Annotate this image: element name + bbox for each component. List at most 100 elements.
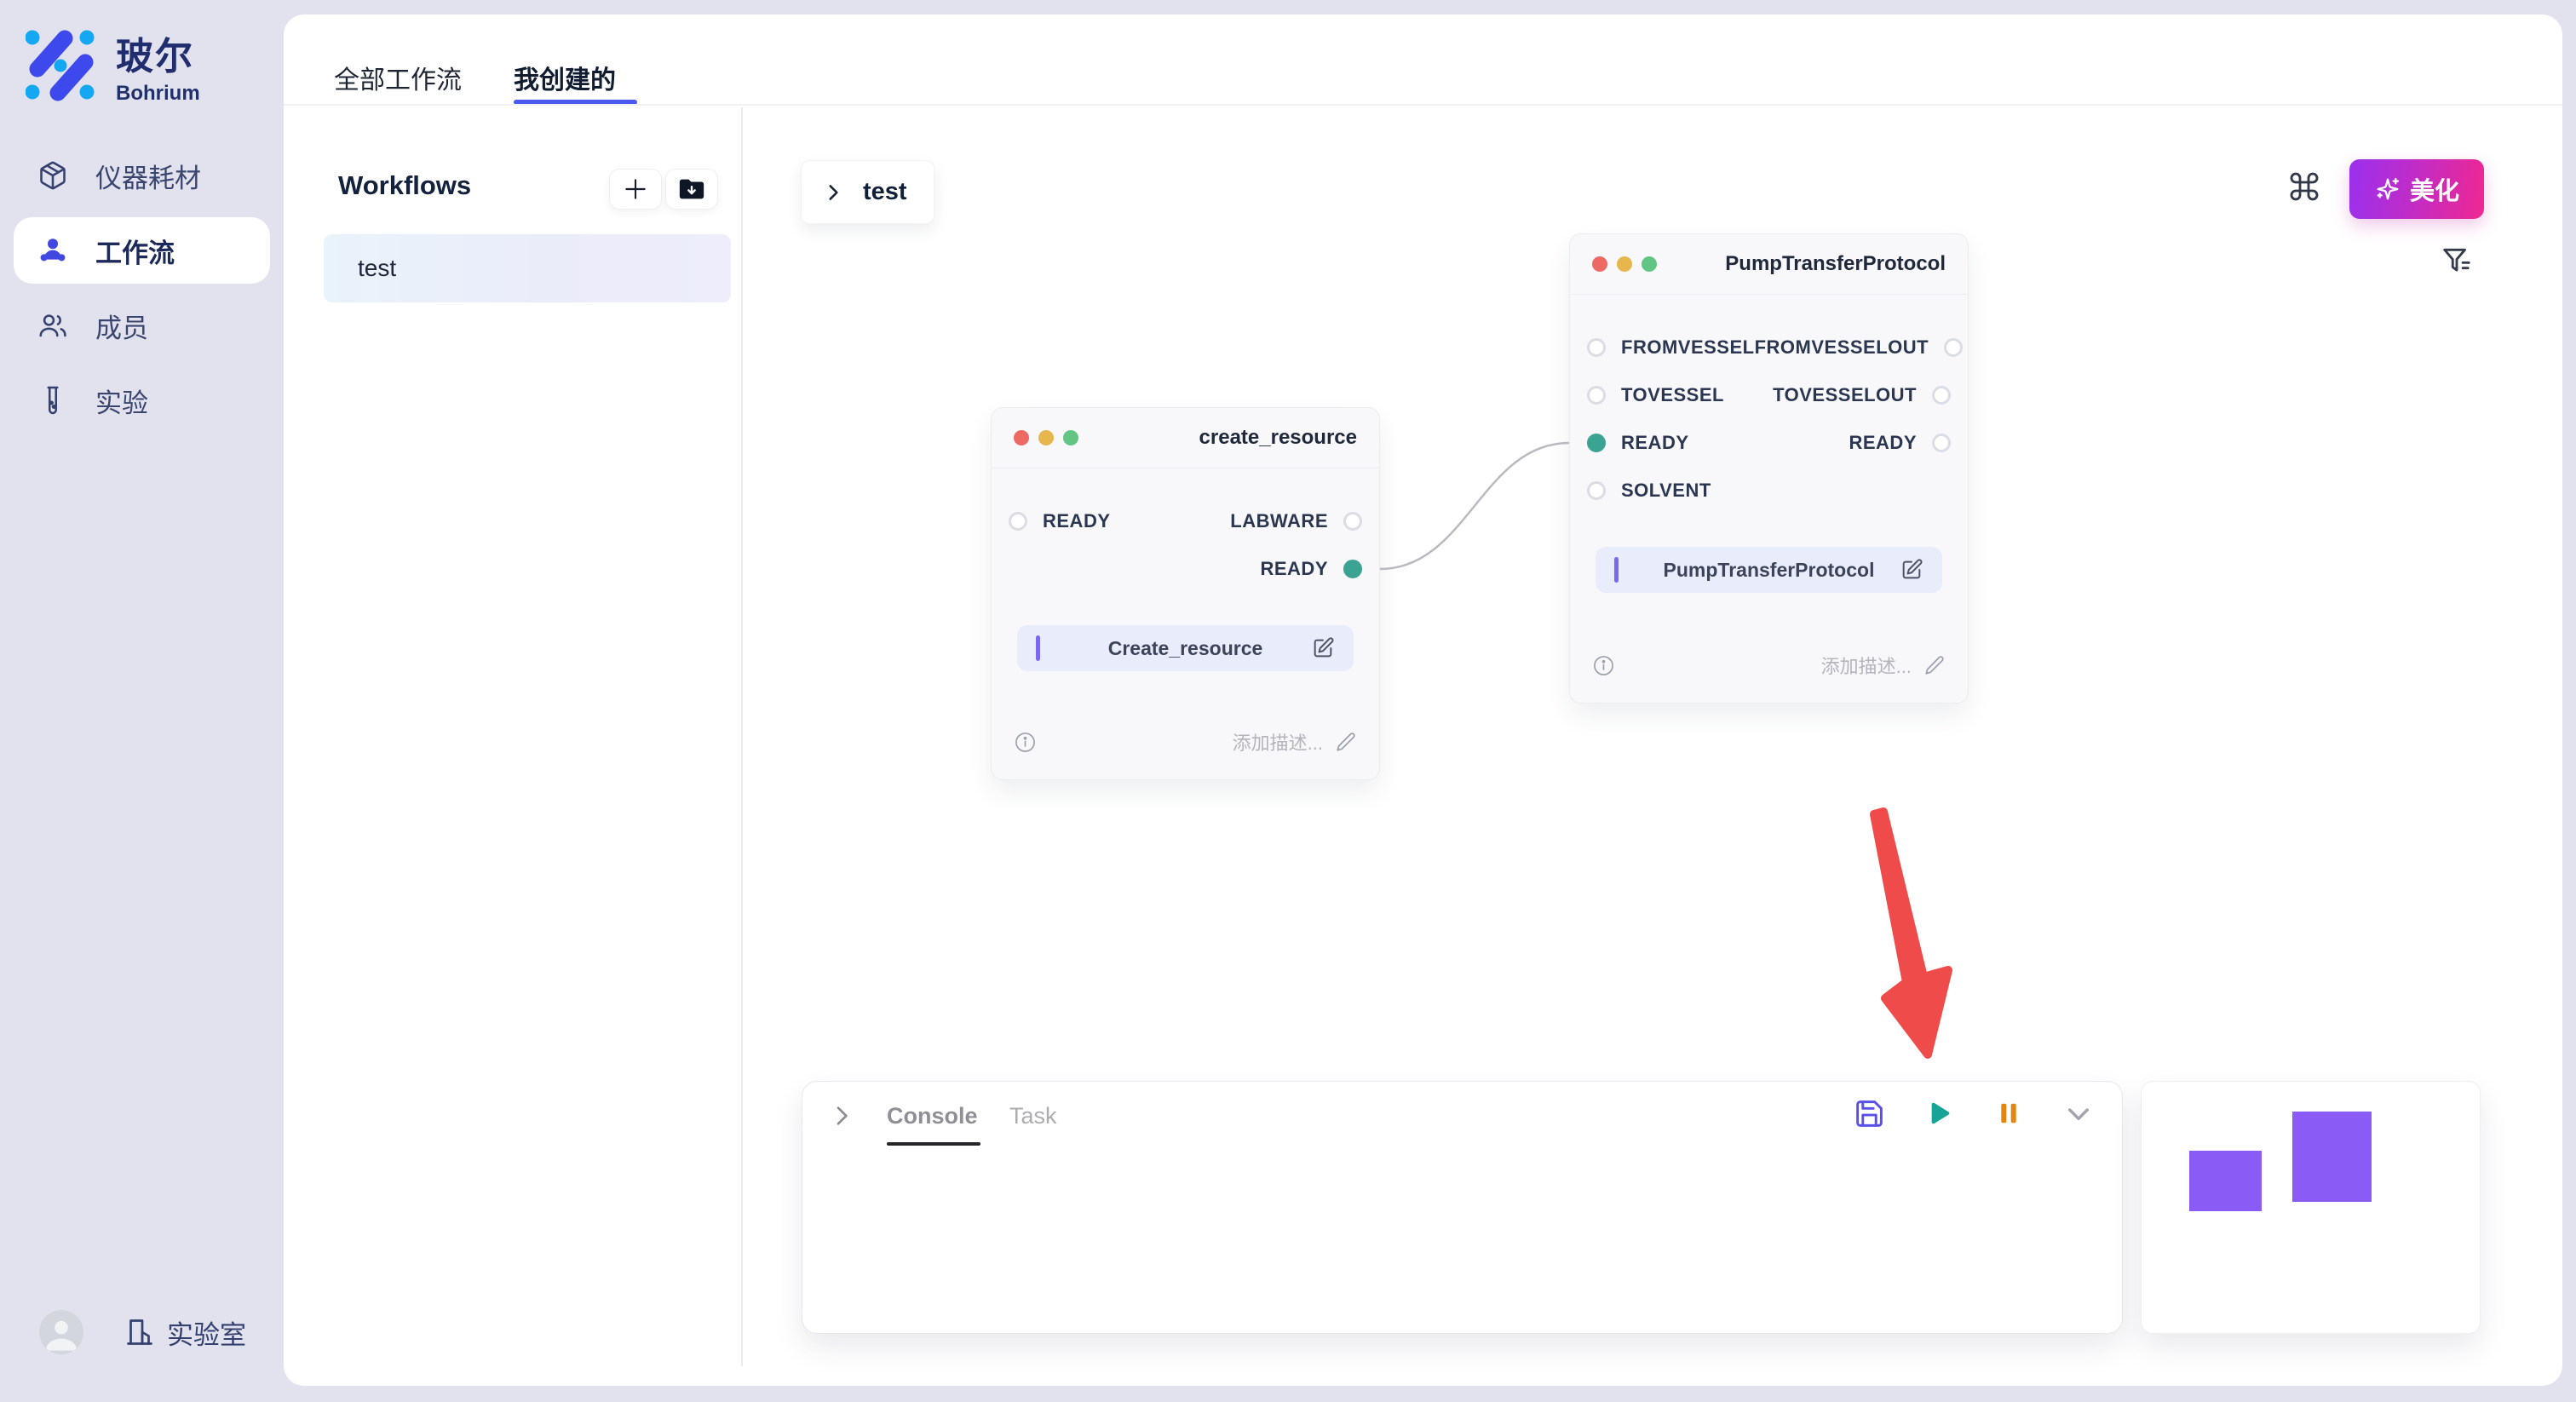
port-row: READY: [992, 545, 1379, 593]
sidebar-item-members[interactable]: 成员: [14, 292, 270, 359]
beautify-button[interactable]: 美化: [2349, 159, 2484, 219]
pill-accent-bar: [1614, 557, 1619, 583]
building-icon: [124, 1317, 155, 1347]
command-icon: [2287, 170, 2321, 204]
add-workflow-button[interactable]: [609, 169, 662, 210]
workflow-list-item-test[interactable]: test: [324, 234, 731, 302]
header-divider: [284, 104, 2562, 106]
output-port-ready[interactable]: READY: [1849, 432, 1951, 454]
port-circle[interactable]: [1932, 386, 1951, 405]
workflow-users-icon: [37, 235, 68, 266]
minimap-node-pump-transfer: [2292, 1112, 2372, 1202]
breadcrumb[interactable]: test: [801, 160, 934, 224]
command-palette-button[interactable]: [2287, 170, 2321, 204]
pencil-icon[interactable]: [1335, 731, 1357, 753]
package-icon: [37, 160, 68, 191]
input-port-solvent[interactable]: SOLVENT: [1587, 480, 1711, 502]
pencil-icon[interactable]: [1923, 654, 1946, 676]
port-circle[interactable]: [1587, 386, 1606, 405]
node-header: create_resource: [992, 408, 1379, 468]
console-actions: [1853, 1097, 2095, 1129]
input-port-tovessel[interactable]: TOVESSEL: [1587, 384, 1724, 406]
console-expand-icon[interactable]: [828, 1102, 855, 1129]
collapse-console-button[interactable]: [2062, 1097, 2095, 1129]
edit-icon[interactable]: [1900, 558, 1923, 582]
app-logo: 玻尔 Bohrium: [26, 26, 200, 106]
port-circle[interactable]: [1587, 481, 1606, 500]
sidebar-menu: 仪器耗材 工作流 成员: [14, 142, 270, 434]
node-create-resource[interactable]: create_resource READY LABWARE R: [991, 407, 1380, 780]
ports: FROMVESSEL FROMVESSELOUT TOVESSEL TOVESS…: [1570, 324, 1968, 514]
tab-console[interactable]: Console: [887, 1103, 978, 1129]
test-tube-icon: [37, 385, 68, 416]
pause-button[interactable]: [1992, 1097, 2025, 1129]
sidebar-item-experiments[interactable]: 实验: [14, 367, 270, 434]
tab-all-workflows[interactable]: 全部工作流: [334, 59, 462, 96]
node-header: PumpTransferProtocol: [1570, 234, 1968, 295]
breadcrumb-label: test: [863, 178, 907, 206]
run-button[interactable]: [1923, 1097, 1955, 1129]
avatar[interactable]: [39, 1310, 83, 1354]
minimap[interactable]: [2141, 1081, 2481, 1334]
description-area[interactable]: 添加描述...: [1821, 652, 1946, 679]
port-circle[interactable]: [1009, 512, 1027, 531]
info-icon[interactable]: [1014, 731, 1037, 754]
port-circle[interactable]: [1343, 512, 1362, 531]
tab-my-created[interactable]: 我创建的: [514, 59, 616, 96]
dot-yellow: [1617, 256, 1632, 272]
sidebar-item-workflow[interactable]: 工作流: [14, 217, 270, 284]
traffic-dots: [1592, 256, 1657, 272]
pause-icon: [1993, 1098, 2024, 1129]
node-pump-transfer-protocol[interactable]: PumpTransferProtocol FROMVESSEL FROMVESS…: [1569, 233, 1969, 704]
input-port-ready[interactable]: READY: [1587, 432, 1689, 454]
node-title: create_resource: [1199, 426, 1357, 450]
sidebar-item-instruments[interactable]: 仪器耗材: [14, 142, 270, 209]
port-circle[interactable]: [1932, 434, 1951, 452]
output-port-labware[interactable]: LABWARE: [1230, 510, 1362, 532]
save-button[interactable]: [1853, 1097, 1885, 1129]
folder-download-icon: [677, 175, 706, 204]
logo-text: 玻尔 Bohrium: [116, 26, 200, 106]
app-root: 玻尔 Bohrium 仪器耗材 工作流: [0, 0, 2576, 1402]
dot-green: [1063, 430, 1078, 445]
connection-edge: [1380, 443, 1569, 569]
port-circle-connected[interactable]: [1343, 560, 1362, 578]
plus-icon: [622, 175, 649, 203]
pill-accent-bar: [1036, 635, 1040, 661]
port-circle[interactable]: [1587, 338, 1606, 357]
description-area[interactable]: 添加描述...: [1233, 728, 1357, 756]
port-row: TOVESSEL TOVESSELOUT: [1570, 371, 1968, 419]
port-circle-connected[interactable]: [1587, 434, 1606, 452]
bohrium-logo-icon: [26, 30, 97, 101]
sidebar-item-label: 成员: [95, 307, 148, 345]
input-port-fromvessel[interactable]: FROMVESSEL: [1587, 336, 1755, 359]
node-footer: 添加描述...: [992, 704, 1379, 779]
filter-button[interactable]: [2441, 244, 2473, 277]
chevron-right-icon: [822, 181, 844, 204]
node-action-pump-transfer[interactable]: PumpTransferProtocol: [1596, 547, 1942, 593]
beautify-label: 美化: [2410, 171, 2459, 207]
output-port-tovesselout[interactable]: TOVESSELOUT: [1773, 384, 1951, 406]
lab-switcher[interactable]: 实验室: [124, 1313, 246, 1352]
minimap-node-create-resource: [2189, 1151, 2262, 1211]
sidebar-item-label: 仪器耗材: [95, 157, 201, 195]
info-icon[interactable]: [1592, 654, 1615, 677]
output-port-ready[interactable]: READY: [1260, 558, 1362, 580]
node-action-create-resource[interactable]: Create_resource: [1017, 625, 1354, 671]
panel-divider: [741, 107, 743, 1366]
output-port-fromvesselout[interactable]: FROMVESSELOUT: [1755, 336, 1964, 359]
tab-task[interactable]: Task: [1009, 1103, 1057, 1129]
dot-green: [1642, 256, 1657, 272]
play-icon: [1923, 1096, 1955, 1130]
workflows-panel-title: Workflows: [338, 170, 471, 201]
members-icon: [37, 310, 68, 341]
port-row: FROMVESSEL FROMVESSELOUT: [1570, 324, 1968, 371]
import-folder-button[interactable]: [665, 169, 718, 210]
logo-subtitle: Bohrium: [116, 82, 200, 106]
port-circle[interactable]: [1944, 338, 1963, 357]
input-port-ready[interactable]: READY: [1009, 510, 1111, 532]
node-title: PumpTransferProtocol: [1725, 252, 1946, 276]
sidebar-user-row: 实验室: [39, 1310, 246, 1354]
edit-icon[interactable]: [1311, 636, 1335, 660]
save-icon: [1854, 1098, 1885, 1129]
